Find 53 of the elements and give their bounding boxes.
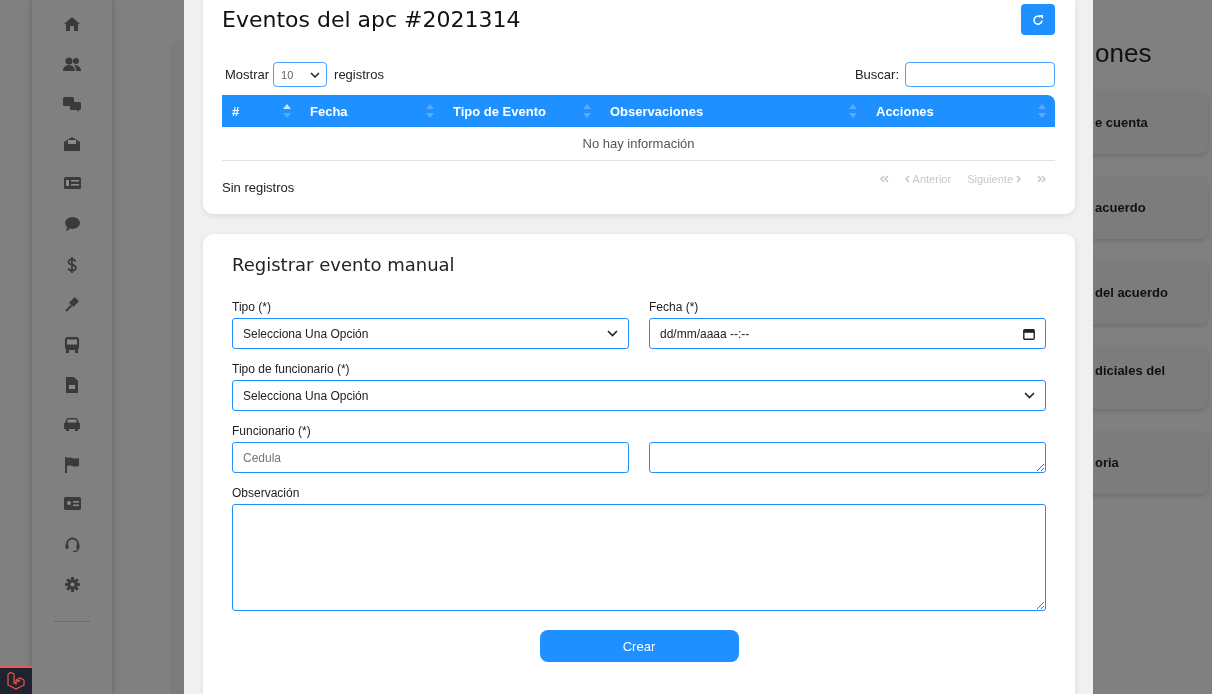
- length-label: registros: [333, 67, 384, 82]
- logo-icon[interactable]: [0, 666, 32, 694]
- refresh-button[interactable]: [1021, 4, 1055, 35]
- column-header[interactable]: Acciones: [866, 95, 1055, 127]
- text-area[interactable]: [232, 504, 1046, 611]
- right-chevron-icon: [1016, 175, 1021, 183]
- double-right-chevron-icon: [1037, 175, 1047, 183]
- field-label: Observación: [232, 486, 301, 500]
- bus-icon[interactable]: [65, 337, 79, 353]
- flag-icon[interactable]: [65, 457, 79, 473]
- speech-bubble-icon[interactable]: [64, 217, 80, 231]
- column-header[interactable]: Observaciones: [600, 95, 866, 127]
- select-field[interactable]: Selecciona Una Opción: [232, 380, 1046, 411]
- modal-title: Eventos del apc #2021314: [222, 7, 521, 32]
- search-label: Buscar:: [853, 67, 899, 82]
- column-header[interactable]: Tipo de Evento: [443, 95, 600, 127]
- date-time-field[interactable]: dd/mm/aaaa --:--: [649, 318, 1046, 349]
- refresh-icon: [1032, 13, 1044, 26]
- double-left-chevron-icon: [878, 175, 889, 183]
- field-label: Tipo de funcionario (*): [232, 362, 351, 376]
- headset-icon[interactable]: [64, 537, 80, 552]
- gavel-icon[interactable]: [64, 297, 80, 312]
- caret-icon: [1024, 392, 1035, 399]
- input-field[interactable]: Cedula: [232, 442, 629, 473]
- left-chevron-icon: [904, 175, 910, 183]
- field-label: Fecha (*): [649, 300, 700, 314]
- column-header[interactable]: Fecha: [300, 95, 443, 127]
- field-label: Tipo (*): [232, 300, 272, 314]
- text-area[interactable]: [649, 442, 1046, 473]
- field-label: Funcionario (*): [232, 424, 312, 438]
- column-header[interactable]: #: [222, 95, 300, 127]
- document-icon[interactable]: [66, 377, 78, 393]
- caret-icon: [607, 330, 618, 337]
- home-icon[interactable]: [64, 17, 80, 31]
- table-info: Sin registros: [222, 179, 295, 195]
- chat-icon[interactable]: [63, 97, 81, 112]
- settings-icon[interactable]: [64, 577, 80, 592]
- section-heading: ones: [1094, 38, 1153, 70]
- create-button[interactable]: Crear: [539, 630, 739, 662]
- list-card-icon[interactable]: [63, 177, 81, 189]
- select-field[interactable]: Selecciona Una Opción: [232, 318, 629, 349]
- page-length-select[interactable]: 10: [273, 62, 328, 87]
- envelope-icon[interactable]: [64, 137, 80, 151]
- users-icon[interactable]: [63, 57, 81, 71]
- form-title: Registrar evento manual: [232, 254, 456, 277]
- calendar-icon[interactable]: [1023, 327, 1035, 340]
- caret-icon: [310, 71, 321, 78]
- length-label: Mostrar: [224, 67, 270, 82]
- search-field[interactable]: [905, 62, 1055, 87]
- dollar-icon[interactable]: [67, 257, 77, 273]
- id-card-icon[interactable]: [63, 497, 81, 510]
- car-icon[interactable]: [64, 417, 80, 431]
- empty-message: No hay información: [582, 136, 695, 151]
